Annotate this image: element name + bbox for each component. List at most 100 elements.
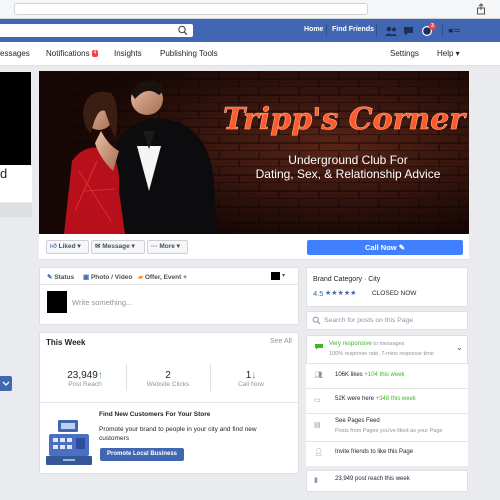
call-now-stat-label: Call Now: [237, 381, 264, 388]
cover-subtitle-line-2: Dating, Sex, & Relationship Advice: [256, 167, 441, 181]
post-reach-label: Post Reach: [68, 381, 102, 388]
post-reach-number: 23,949: [67, 370, 98, 381]
address-bar[interactable]: [14, 3, 368, 15]
status-tab[interactable]: ✎ Status: [47, 273, 74, 281]
thumbs-up-icon: 👍︎: [50, 243, 57, 250]
search-icon: [312, 316, 321, 325]
pencil-icon: ✎: [47, 274, 53, 281]
page-name-fragment: d: [0, 166, 8, 181]
cover-title: Tripp's Corner: [223, 102, 467, 137]
closed-now-status: CLOSED NOW: [372, 290, 417, 297]
post-reach-value: 23,949↑: [40, 370, 130, 381]
search-icon[interactable]: [177, 25, 189, 36]
promo-body: Promote your brand to people in your cit…: [99, 426, 257, 442]
notifications-badge: 3: [429, 23, 436, 30]
chevron-down-icon[interactable]: ▾: [282, 272, 285, 279]
cash-register-icon: [46, 420, 92, 465]
likes-value: 106K likes: [335, 372, 363, 378]
nav-publishing-tools[interactable]: Publishing Tools: [160, 49, 218, 58]
divider: [376, 24, 377, 36]
call-now-label: Call Now: [364, 243, 397, 252]
post-as-avatar[interactable]: [271, 272, 280, 280]
promo-title: Find New Customers For Your Store: [99, 411, 211, 418]
website-clicks-label: Website Clicks: [146, 381, 190, 388]
nav-settings[interactable]: Settings: [390, 49, 419, 58]
composer-avatar: [47, 291, 67, 313]
nav-insights[interactable]: Insights: [114, 49, 142, 58]
liked-button[interactable]: 👍︎ Liked ▾: [46, 240, 89, 254]
invite-friends-link[interactable]: Invite friends to like this Page: [335, 449, 413, 455]
rating-value[interactable]: 4.5: [313, 289, 323, 298]
people-icon: 👥︎: [314, 372, 323, 379]
pages-feed-row[interactable]: [306, 413, 468, 441]
camera-icon: ▣: [83, 274, 90, 281]
home-link[interactable]: Home: [304, 26, 323, 33]
divider: [326, 24, 327, 36]
friend-requests-icon[interactable]: [384, 25, 398, 37]
more-button[interactable]: ··· More ▾: [147, 240, 188, 254]
more-dots-icon: ···: [151, 243, 158, 250]
website-clicks-value: 2: [165, 370, 171, 381]
responsive-label: Very responsive: [329, 341, 372, 347]
page-search-input[interactable]: Search for posts on this Page: [324, 317, 413, 324]
responsive-label-rest: to messages: [371, 341, 405, 347]
pages-feed-sub: Posts from Pages you've liked as your Pa…: [335, 428, 443, 434]
post-reach-summary: 23,949 post reach this week: [335, 476, 410, 482]
left-dropdown-button[interactable]: [0, 376, 12, 391]
liked-label: Liked: [58, 243, 76, 250]
offer-tag-icon: ▰: [138, 274, 143, 281]
likes-delta: +104 this week: [362, 372, 405, 378]
were-here-value: 52K were here: [335, 396, 375, 402]
search-input[interactable]: [0, 24, 193, 37]
arrow-down-icon: ↓: [251, 370, 257, 381]
messages-icon[interactable]: [402, 25, 416, 37]
call-now-button[interactable]: Call Now ✎: [307, 240, 463, 255]
nav-help-label: Help: [437, 49, 454, 58]
were-here-delta: +348 this week: [374, 396, 416, 402]
offer-event-tab[interactable]: ▰ Offer, Event +: [138, 273, 187, 281]
this-week-title: This Week: [46, 338, 86, 347]
add-friend-icon: 👤︎: [314, 449, 323, 456]
photo-video-tab[interactable]: ▣ Photo / Video: [83, 273, 132, 281]
cover-photo[interactable]: Tripp's Corner Underground Club For Dati…: [39, 71, 469, 234]
were-here-count: 52K were here +348 this week: [335, 396, 416, 402]
chevron-down-icon: [2, 381, 10, 386]
responsive-check-icon: [315, 344, 323, 350]
nav-notifications-label: Notifications: [46, 49, 90, 58]
more-label: More: [159, 243, 175, 250]
checkin-icon: ▭: [314, 397, 321, 404]
account-menu-icon[interactable]: [448, 25, 462, 37]
find-friends-link[interactable]: Find Friends: [332, 26, 374, 33]
call-now-stat-value: 1↓: [206, 370, 296, 381]
status-label: Status: [54, 274, 75, 281]
nav-notifications-badge: 4: [91, 50, 99, 58]
see-all-link[interactable]: See All: [270, 338, 292, 345]
nav-messages[interactable]: essages: [0, 49, 30, 58]
profile-picture[interactable]: [0, 72, 31, 165]
promote-local-business-button[interactable]: Promote Local Business: [100, 448, 184, 461]
message-icon: ✉: [95, 243, 101, 250]
cover-subtitle-line-1: Underground Club For: [288, 153, 407, 167]
photo-video-label: Photo / Video: [90, 274, 133, 281]
chevron-down-icon[interactable]: ⌄: [456, 343, 463, 352]
nav-notifications[interactable]: Notifications 4: [46, 49, 99, 58]
likes-count: 106K likes +104 this week: [335, 372, 405, 378]
left-nav-strip: [0, 203, 32, 217]
divider: [40, 284, 298, 285]
chart-icon: ▮: [314, 477, 318, 484]
composer-input[interactable]: Write something...: [72, 298, 132, 307]
nav-help[interactable]: Help ▾: [437, 49, 460, 58]
divider: [40, 402, 298, 403]
share-icon[interactable]: [476, 3, 486, 15]
feed-icon: ▤: [314, 422, 321, 429]
pages-feed-title: See Pages Feed: [335, 418, 380, 424]
response-rate: 100% response rate, 7-mins response time: [329, 351, 434, 357]
cover-art: Tripp's Corner Underground Club For Dati…: [39, 71, 469, 234]
responsive-title: Very responsive to messages: [329, 341, 404, 347]
category-city[interactable]: Brand Category · City: [313, 276, 380, 283]
message-label: Message: [102, 243, 130, 250]
offer-event-label: Offer, Event +: [144, 274, 187, 281]
message-button[interactable]: ✉ Message ▾: [91, 240, 145, 254]
arrow-up-icon: ↑: [97, 370, 103, 381]
page-info-card: [306, 267, 468, 307]
